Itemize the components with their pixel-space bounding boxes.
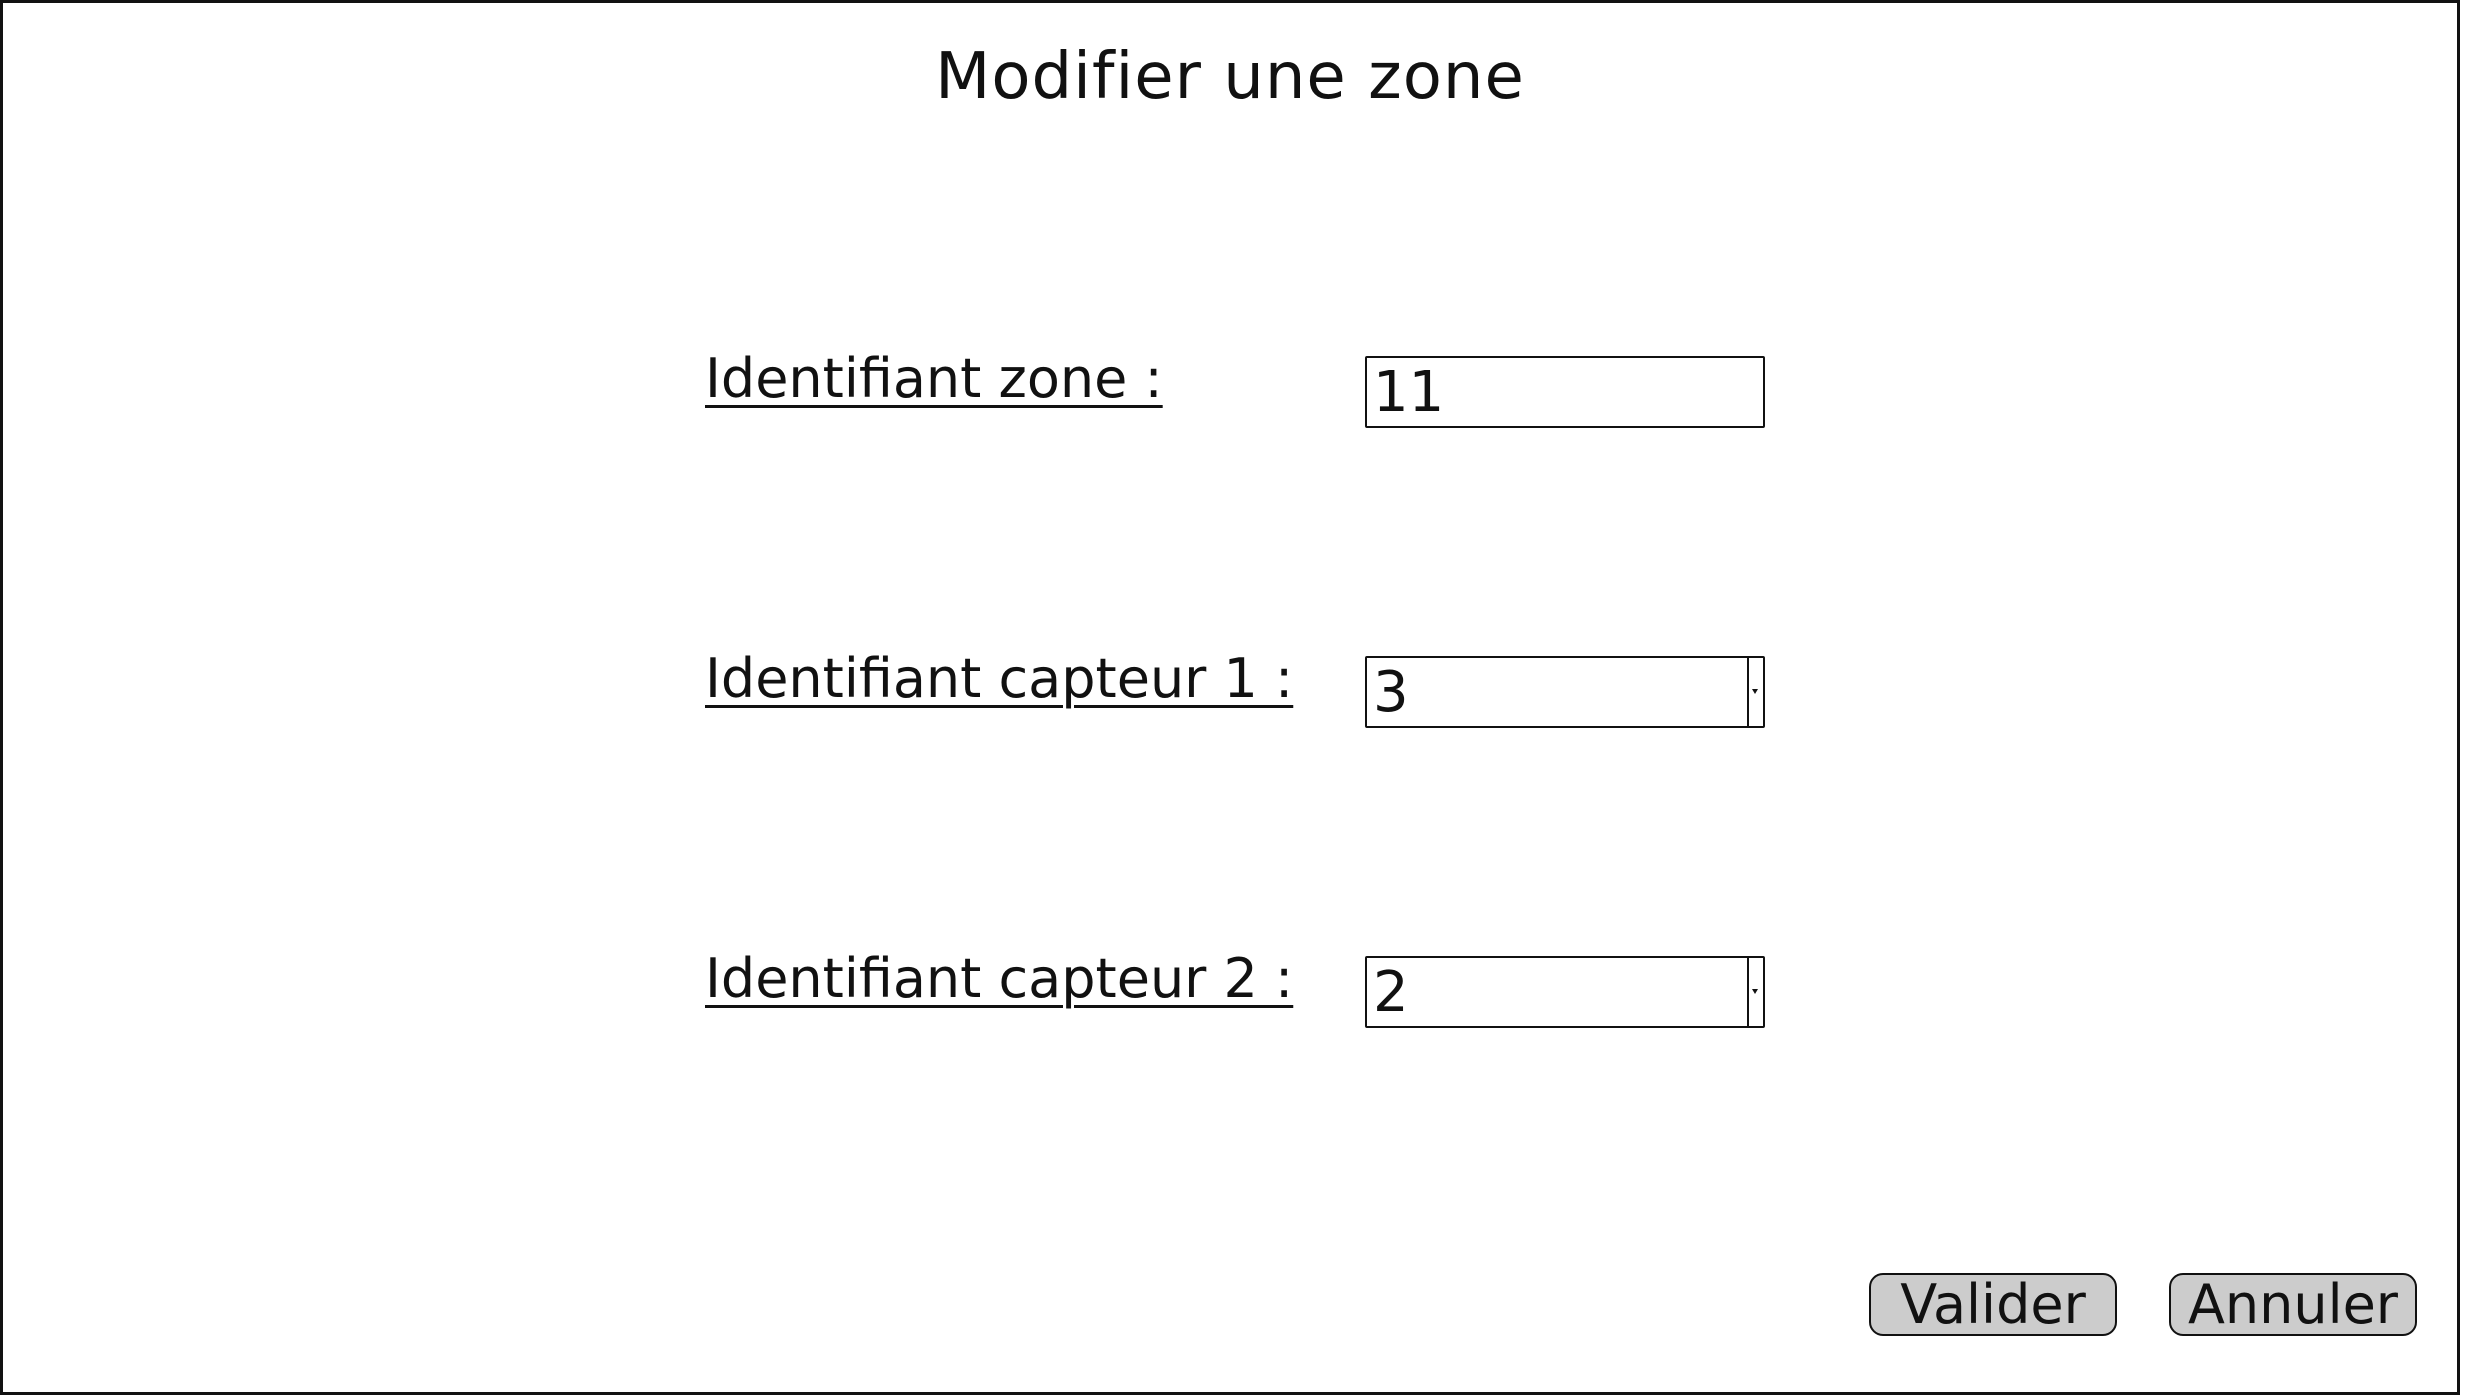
cancel-button[interactable]: Annuler	[2169, 1273, 2417, 1336]
dialog-title: Modifier une zone	[935, 40, 1525, 114]
sensor2-id-select[interactable]: 2	[1365, 956, 1765, 1028]
chevron-down-icon[interactable]	[1747, 958, 1763, 1026]
chevron-down-icon[interactable]	[1747, 658, 1763, 726]
zone-id-label: Identifiant zone :	[705, 347, 1163, 410]
zone-id-input[interactable]	[1365, 356, 1765, 428]
sensor1-id-selected-value: 3	[1373, 660, 1409, 725]
sensor2-id-selected-value: 2	[1373, 960, 1409, 1025]
modify-zone-dialog: Modifier une zone Identifiant zone : Ide…	[0, 0, 2460, 1395]
sensor1-id-select[interactable]: 3	[1365, 656, 1765, 728]
validate-button[interactable]: Valider	[1869, 1273, 2117, 1336]
sensor1-id-label: Identifiant capteur 1 :	[705, 647, 1294, 710]
sensor2-id-label: Identifiant capteur 2 :	[705, 947, 1294, 1010]
